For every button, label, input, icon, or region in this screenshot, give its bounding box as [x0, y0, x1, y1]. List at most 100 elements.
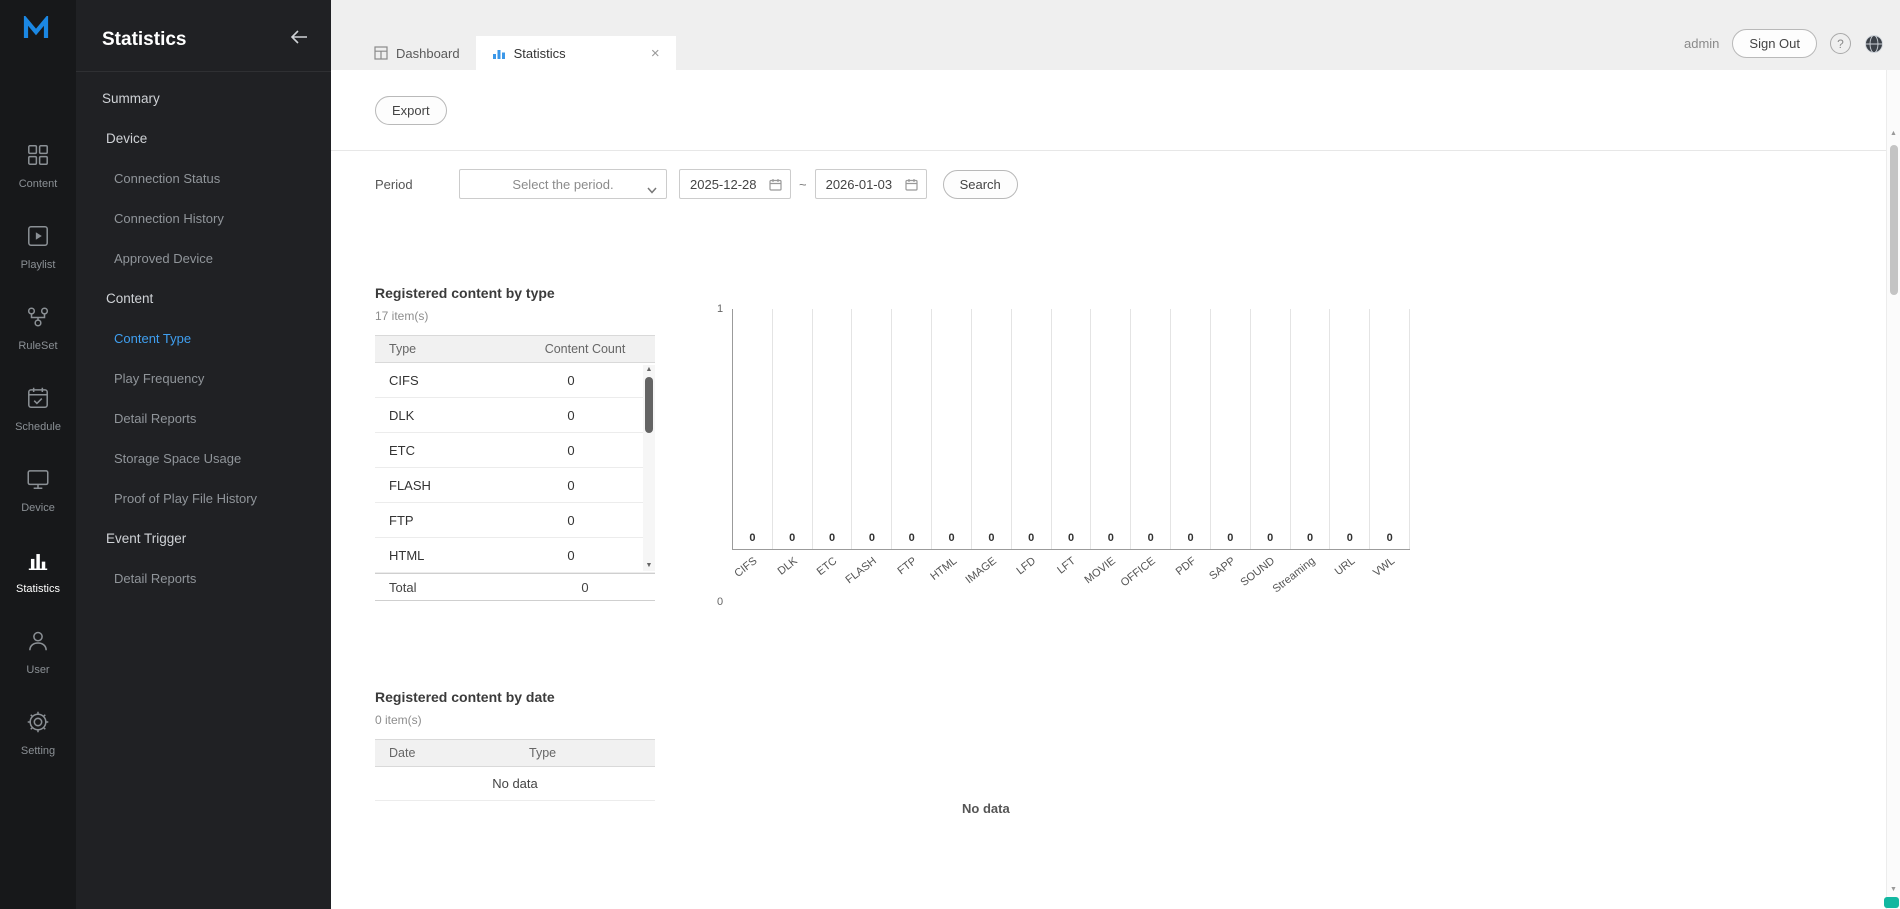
content-type-bar-chart: 1 0 0CIFS0DLK0ETC0FLASH0FTP0HTML0IMAGE0L…: [732, 309, 1410, 601]
table-row[interactable]: FLASH0: [375, 468, 655, 503]
date-from-input[interactable]: 2025-12-28: [679, 169, 791, 199]
table-row[interactable]: HTML0: [375, 538, 655, 573]
sidebar-item-content-type[interactable]: Content Type: [76, 318, 331, 358]
sidebar-title: Statistics: [102, 29, 186, 51]
period-label: Period: [375, 177, 459, 192]
calendar-icon[interactable]: [905, 178, 918, 191]
rail-item-user[interactable]: User: [0, 628, 76, 692]
category-label: PDF: [1173, 555, 1198, 578]
table-scrollbar[interactable]: ▲ ▼: [643, 365, 655, 571]
magicinfo-logo[interactable]: [22, 16, 54, 40]
chart-column-vwl: 0VWL: [1370, 309, 1410, 549]
chart-column-sapp: 0SAPP: [1211, 309, 1251, 549]
rail-item-setting[interactable]: Setting: [0, 709, 76, 773]
calendar-icon[interactable]: [769, 178, 782, 191]
sidebar-item-proof-of-play-file-history[interactable]: Proof of Play File History: [76, 478, 331, 518]
no-data-label: No data: [962, 801, 1010, 816]
export-button[interactable]: Export: [375, 96, 447, 125]
scrollbar-thumb[interactable]: [645, 377, 653, 433]
sidebar-item-summary[interactable]: Summary: [76, 78, 331, 118]
close-tab-icon[interactable]: ×: [651, 46, 660, 61]
bar-value-label: 0: [1012, 532, 1051, 544]
sidebar-item-event-trigger: Event Trigger: [76, 518, 331, 558]
bar-value-label: 0: [1171, 532, 1210, 544]
tilde-separator: ~: [799, 177, 807, 192]
sidebar-item-detail-reports[interactable]: Detail Reports: [76, 558, 331, 598]
username-label: admin: [1684, 36, 1719, 51]
chart-column-streaming: 0Streaming: [1291, 309, 1331, 549]
chart-column-lfd: 0LFD: [1012, 309, 1052, 549]
toolbar: Export: [331, 70, 1900, 151]
rail-menu: Content Playlist RuleSet Schedule Device Stat…: [0, 142, 76, 773]
sidebar-item-connection-status[interactable]: Connection Status: [76, 158, 331, 198]
bar-value-label: 0: [1211, 532, 1250, 544]
cell-count: 0: [501, 373, 641, 388]
rail-item-label: Device: [21, 502, 55, 514]
scroll-up-icon[interactable]: ▲: [1890, 130, 1897, 137]
help-icon[interactable]: ?: [1830, 33, 1851, 54]
device-icon: [25, 466, 51, 497]
cell-type: FLASH: [375, 478, 501, 493]
tab-dashboard[interactable]: Dashboard: [358, 36, 476, 70]
tab-label: Statistics: [514, 46, 566, 61]
scroll-down-icon[interactable]: ▼: [1890, 886, 1897, 893]
date-to-input[interactable]: 2026-01-03: [815, 169, 927, 199]
bar-value-label: 0: [892, 532, 931, 544]
table-row[interactable]: FTP0: [375, 503, 655, 538]
table-body: CIFS0DLK0ETC0FLASH0FTP0HTML0 ▲ ▼: [375, 363, 655, 573]
globe-language-icon[interactable]: [1864, 34, 1884, 54]
sidebar-item-play-frequency[interactable]: Play Frequency: [76, 358, 331, 398]
chevron-down-icon: [647, 182, 657, 197]
sidebar-item-content: Content: [76, 278, 331, 318]
item-count-label: 0 item(s): [375, 713, 655, 727]
collapse-sidebar-arrow-icon[interactable]: [289, 27, 309, 52]
bar-value-label: 0: [773, 532, 812, 544]
scroll-down-icon[interactable]: ▼: [646, 561, 653, 571]
search-button[interactable]: Search: [943, 170, 1018, 199]
column-header-date: Date: [375, 746, 515, 760]
rail-item-statistics[interactable]: Statistics: [0, 547, 76, 611]
table-row[interactable]: DLK0: [375, 398, 655, 433]
item-count-label: 17 item(s): [375, 309, 655, 323]
rail-item-device[interactable]: Device: [0, 466, 76, 530]
table-row[interactable]: ETC0: [375, 433, 655, 468]
corner-widget[interactable]: [1884, 897, 1899, 908]
category-label: IMAGE: [963, 555, 998, 586]
dashboard-icon: [374, 46, 388, 60]
category-label: LFD: [1015, 555, 1039, 577]
topbar-controls: admin Sign Out ?: [1684, 29, 1884, 58]
category-label: FLASH: [844, 555, 879, 586]
rail-item-content[interactable]: Content: [0, 142, 76, 206]
cell-type: CIFS: [375, 373, 501, 388]
chart-column-flash: 0FLASH: [852, 309, 892, 549]
sidebar-item-connection-history[interactable]: Connection History: [76, 198, 331, 238]
rail-item-schedule[interactable]: Schedule: [0, 385, 76, 449]
sidebar-item-storage-space-usage[interactable]: Storage Space Usage: [76, 438, 331, 478]
rail-item-playlist[interactable]: Playlist: [0, 223, 76, 287]
chart-column-ftp: 0FTP: [892, 309, 932, 549]
page-scrollbar[interactable]: ▲ ▼: [1886, 70, 1900, 909]
category-label: LFT: [1056, 555, 1079, 577]
section-title: Registered content by type: [375, 285, 655, 301]
sidebar-item-approved-device[interactable]: Approved Device: [76, 238, 331, 278]
category-label: OFFICE: [1119, 555, 1158, 589]
content-by-date-section: Registered content by date 0 item(s) Dat…: [331, 689, 1900, 901]
bar-value-label: 0: [852, 532, 891, 544]
chart-column-html: 0HTML: [932, 309, 972, 549]
category-label: DLK: [775, 555, 799, 578]
sidebar-item-detail-reports[interactable]: Detail Reports: [76, 398, 331, 438]
scroll-up-icon[interactable]: ▲: [646, 365, 653, 375]
cell-count: 0: [501, 513, 641, 528]
sidebar-header: Statistics: [76, 0, 331, 72]
column-header-type: Type: [375, 342, 515, 356]
sign-out-button[interactable]: Sign Out: [1732, 29, 1817, 58]
rail-item-ruleset[interactable]: RuleSet: [0, 304, 76, 368]
tab-statistics[interactable]: Statistics ×: [476, 36, 676, 70]
schedule-icon: [25, 385, 51, 416]
filter-bar: Period Select the period. 2025-12-28 ~ 2…: [331, 151, 1900, 217]
scrollbar-thumb[interactable]: [1890, 145, 1898, 295]
tab-bar: Dashboard Statistics × admin Sign Out ?: [331, 0, 1900, 70]
table-row[interactable]: CIFS0: [375, 363, 655, 398]
chart-column-lft: 0LFT: [1052, 309, 1092, 549]
period-select[interactable]: Select the period.: [459, 169, 667, 199]
